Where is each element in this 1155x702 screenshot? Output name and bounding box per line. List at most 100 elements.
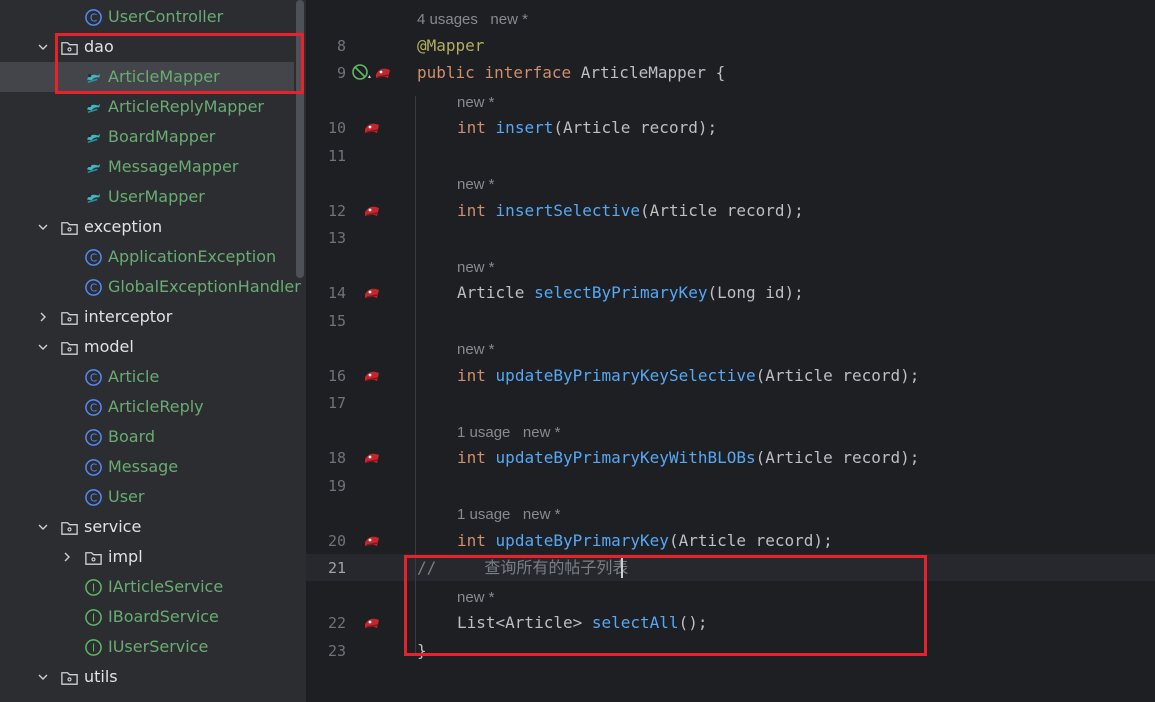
chevron-down-icon[interactable]: [36, 670, 50, 684]
tree-item-iarticleservice[interactable]: I IArticleService: [0, 572, 294, 602]
tree-item-label: User: [108, 487, 145, 506]
tree-item-iuserservice[interactable]: I IUserService: [0, 632, 294, 662]
class-icon: C: [84, 248, 103, 267]
mybatis-navigate-icon[interactable]: [362, 449, 384, 467]
tree-item-service[interactable]: service: [0, 512, 294, 542]
tree-item-model[interactable]: model: [0, 332, 294, 362]
package-folder-icon: [84, 548, 103, 567]
svg-text:I: I: [92, 642, 95, 654]
code-line-10[interactable]: int insert(Article record);: [457, 120, 717, 136]
tree-item-articlereply[interactable]: C ArticleReply: [0, 392, 294, 422]
mybatis-navigate-icon[interactable]: [362, 614, 384, 632]
class-icon: C: [84, 398, 103, 417]
tree-item-label: Message: [108, 457, 179, 476]
code-line-12[interactable]: int insertSelective(Article record);: [457, 203, 804, 219]
line-number: 15: [327, 312, 346, 330]
tree-item-impl[interactable]: impl: [0, 542, 294, 572]
code-line-18[interactable]: int updateByPrimaryKeyWithBLOBs(Article …: [457, 450, 919, 466]
tree-item-label: model: [84, 337, 134, 356]
class-icon: C: [84, 428, 103, 447]
mybatis-navigate-icon[interactable]: [362, 532, 384, 550]
code-line-9[interactable]: public interface ArticleMapper {: [417, 65, 725, 81]
tree-item-label: IBoardService: [108, 607, 219, 626]
svg-text:C: C: [90, 252, 97, 264]
tree-item-article[interactable]: C Article: [0, 362, 294, 392]
tree-item-label: utils: [84, 667, 118, 686]
svg-text:C: C: [90, 462, 97, 474]
svg-text:I: I: [92, 612, 95, 624]
mybatis-mapper-icon: [84, 98, 103, 117]
tree-item-label: MessageMapper: [108, 157, 239, 176]
mybatis-mapper-icon: [84, 188, 103, 207]
svg-text:C: C: [90, 372, 97, 384]
tree-item-label: GlobalExceptionHandler: [108, 277, 301, 296]
mybatis-navigate-icon[interactable]: [362, 284, 384, 302]
chevron-down-icon[interactable]: [36, 220, 50, 234]
mybatis-navigate-icon[interactable]: [362, 367, 384, 385]
tree-item-label: interceptor: [84, 307, 173, 326]
new-hint[interactable]: new *: [457, 95, 495, 110]
tree-item-message[interactable]: C Message: [0, 452, 294, 482]
class-icon: C: [84, 488, 103, 507]
tree-item-user[interactable]: C User: [0, 482, 294, 512]
chevron-down-icon[interactable]: [36, 520, 50, 534]
tree-item-label: ArticleReplyMapper: [108, 97, 264, 116]
tree-item-label: UserController: [108, 7, 224, 26]
tree-item-articlereplymapper[interactable]: ArticleReplyMapper: [0, 92, 294, 122]
line-number: 10: [327, 119, 346, 137]
chevron-right-icon[interactable]: [36, 310, 50, 324]
tree-item-boardmapper[interactable]: BoardMapper: [0, 122, 294, 152]
package-folder-icon: [60, 308, 79, 327]
chevron-right-icon[interactable]: [60, 550, 74, 564]
code-line-14[interactable]: Article selectByPrimaryKey(Long id);: [457, 285, 804, 301]
usages-hint[interactable]: 4 usages new *: [417, 12, 528, 27]
line-number: 22: [327, 614, 346, 632]
package-folder-icon: [60, 518, 79, 537]
new-hint[interactable]: new *: [457, 260, 495, 275]
class-icon: C: [84, 278, 103, 297]
tree-item-messagemapper[interactable]: MessageMapper: [0, 152, 294, 182]
line-number: 12: [327, 202, 346, 220]
tree-item-utils[interactable]: utils: [0, 662, 294, 692]
tree-item-interceptor[interactable]: interceptor: [0, 302, 294, 332]
chevron-down-icon[interactable]: [36, 340, 50, 354]
mybatis-navigate-icon[interactable]: [362, 119, 384, 137]
tree-item-board[interactable]: C Board: [0, 422, 294, 452]
tree-item-label: UserMapper: [108, 187, 205, 206]
package-folder-icon: [60, 668, 79, 687]
tree-item-usermapper[interactable]: UserMapper: [0, 182, 294, 212]
svg-text:C: C: [90, 492, 97, 504]
line-number: 23: [327, 642, 346, 660]
mybatis-navigate-icon[interactable]: [362, 202, 384, 220]
tree-item-usercontroller[interactable]: C UserController: [0, 2, 294, 32]
tree-item-iboardservice[interactable]: I IBoardService: [0, 602, 294, 632]
new-hint[interactable]: new *: [457, 342, 495, 357]
svg-text:C: C: [90, 402, 97, 414]
line-number: 17: [327, 394, 346, 412]
interface-icon: I: [84, 608, 103, 627]
svg-text:I: I: [92, 582, 95, 594]
line-number: 18: [327, 449, 346, 467]
usages-hint[interactable]: 1 usage new *: [457, 425, 560, 440]
tree-item-label: Board: [108, 427, 156, 446]
new-hint[interactable]: new *: [457, 177, 495, 192]
tree-item-applicationexception[interactable]: C ApplicationException: [0, 242, 294, 272]
line-number: 9: [336, 64, 346, 82]
chevron-down-icon[interactable]: [36, 40, 50, 54]
tree-item-label: Article: [108, 367, 160, 386]
class-icon: C: [84, 458, 103, 477]
highlight-box-mapper: [55, 33, 304, 94]
code-line-8[interactable]: @Mapper: [417, 38, 484, 54]
highlight-box-selectall: [404, 555, 927, 656]
mybatis-navigate-icon[interactable]: [373, 64, 395, 82]
code-line-20[interactable]: int updateByPrimaryKey(Article record);: [457, 533, 833, 549]
line-number: 19: [327, 477, 346, 495]
usages-hint[interactable]: 1 usage new *: [457, 507, 560, 522]
mybatis-mapper-icon: [84, 128, 103, 147]
tree-item-exception[interactable]: exception: [0, 212, 294, 242]
no-implementation-icon[interactable]: [351, 63, 373, 81]
tree-item-label: exception: [84, 217, 163, 236]
code-line-16[interactable]: int updateByPrimaryKeySelective(Article …: [457, 368, 919, 384]
tree-item-globalexceptionhandler[interactable]: C GlobalExceptionHandler: [0, 272, 301, 302]
tree-item-label: service: [84, 517, 142, 536]
